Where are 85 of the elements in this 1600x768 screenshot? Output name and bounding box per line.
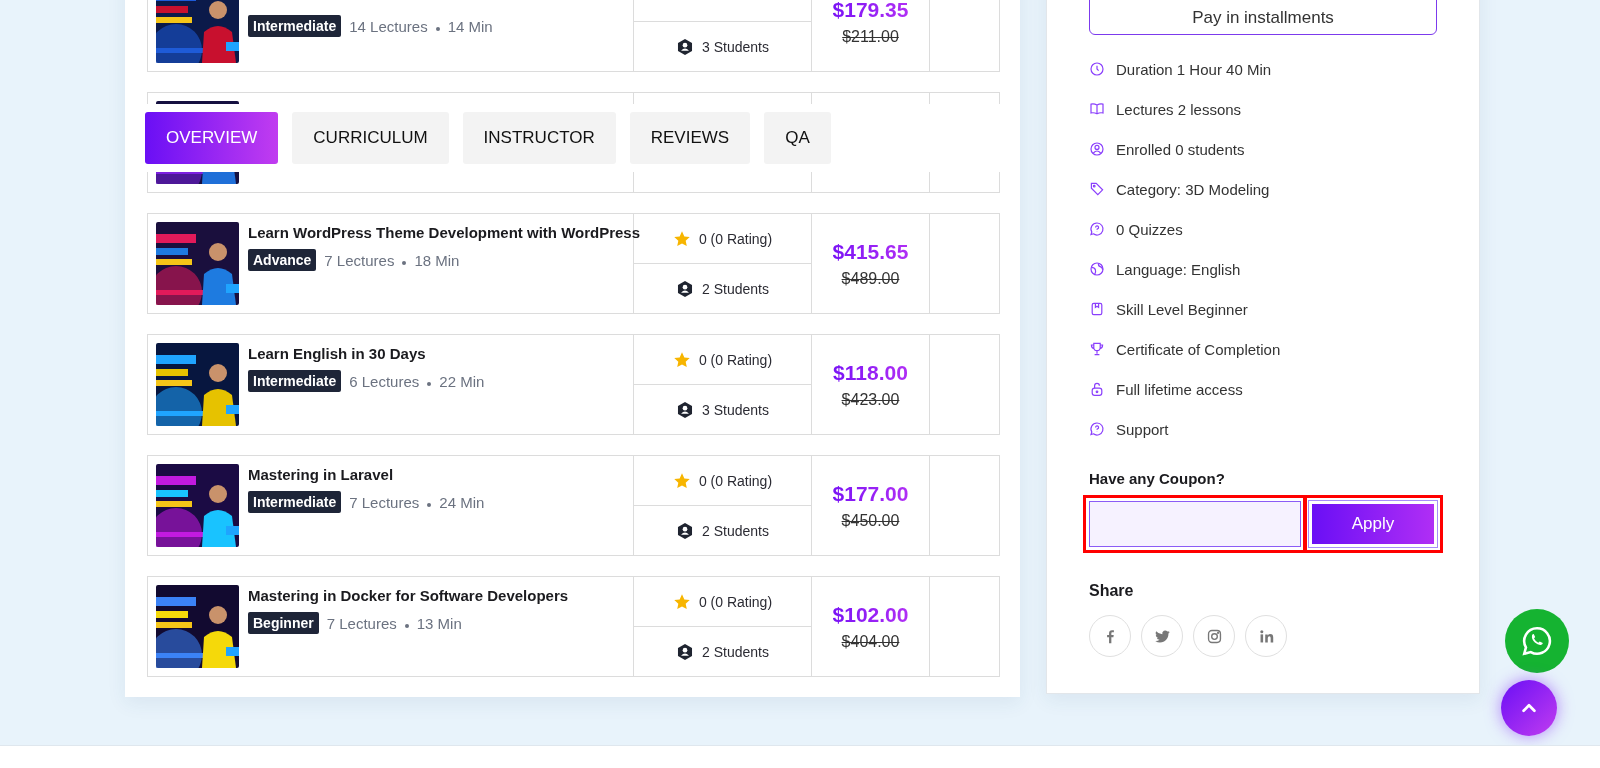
tab[interactable]: OVERVIEW bbox=[145, 112, 279, 164]
coupon-label: Have any Coupon? bbox=[1089, 469, 1226, 489]
rating-text: 0 (0 Rating) bbox=[698, 351, 773, 368]
feature-text: Skill Level Beginner bbox=[1116, 300, 1248, 318]
feature-text: Duration 1 Hour 40 Min bbox=[1116, 60, 1272, 78]
original-price: $450.00 bbox=[841, 511, 900, 530]
level-badge: Intermediate bbox=[248, 491, 342, 513]
feature-text: Certificate of Completion bbox=[1116, 340, 1281, 358]
pay-installments-button[interactable]: Pay in installments bbox=[1089, 0, 1437, 35]
tab[interactable]: QA bbox=[764, 112, 831, 164]
lecture-count: 14 Lectures bbox=[349, 17, 428, 35]
student-count: 2 Students bbox=[702, 280, 769, 297]
feature-text: 0 Quizzes bbox=[1116, 220, 1183, 238]
student-count: 3 Students bbox=[702, 38, 769, 55]
instagram-icon bbox=[1205, 627, 1223, 645]
level-badge: Advance bbox=[248, 249, 317, 271]
rating-text: 0 (0 Rating) bbox=[698, 230, 773, 247]
user-icon bbox=[1089, 141, 1105, 157]
star-icon bbox=[672, 350, 691, 369]
user-icon bbox=[676, 279, 695, 298]
trophy-icon bbox=[1089, 341, 1105, 357]
user-icon bbox=[676, 37, 695, 56]
share-button[interactable] bbox=[1089, 615, 1131, 657]
star-icon bbox=[672, 229, 691, 248]
user-icon bbox=[676, 642, 695, 661]
level-badge: Intermediate bbox=[248, 15, 342, 37]
course-title[interactable]: Learn WordPress Theme Development with WordPress bbox=[248, 224, 641, 241]
original-price: $423.00 bbox=[841, 390, 900, 409]
share-button[interactable] bbox=[1245, 615, 1287, 657]
lock-icon bbox=[1089, 381, 1105, 397]
student-count: 2 Students bbox=[702, 643, 769, 660]
bookmark-icon bbox=[1089, 301, 1105, 317]
feature-text: Full lifetime access bbox=[1116, 380, 1243, 398]
star-icon bbox=[672, 592, 691, 611]
course-duration: 18 Min bbox=[414, 251, 460, 269]
course-duration: 14 Min bbox=[447, 17, 493, 35]
share-label: Share bbox=[1089, 581, 1135, 601]
lecture-count: 7 Lectures bbox=[326, 614, 397, 632]
course-title[interactable]: Mastering in Docker for Software Developers bbox=[248, 587, 569, 604]
level-badge: Intermediate bbox=[248, 370, 342, 392]
tab[interactable]: REVIEWS bbox=[629, 112, 751, 164]
star-icon bbox=[672, 471, 691, 490]
user-icon bbox=[676, 521, 695, 540]
separator-dot bbox=[404, 624, 409, 628]
tag-icon bbox=[1089, 181, 1105, 197]
separator-dot bbox=[427, 382, 432, 386]
course-duration: 24 Min bbox=[439, 493, 485, 511]
course-price: $179.35 bbox=[832, 0, 909, 22]
separator-dot bbox=[435, 27, 440, 31]
share-button[interactable] bbox=[1141, 615, 1183, 657]
feature-text: Lectures 2 lessons bbox=[1116, 100, 1242, 118]
tab[interactable]: CURRICULUM bbox=[292, 112, 449, 164]
clock-icon bbox=[1089, 61, 1105, 77]
share-button[interactable] bbox=[1193, 615, 1235, 657]
rating-text: 0 (0 Rating) bbox=[698, 472, 773, 489]
course-duration: 22 Min bbox=[439, 372, 485, 390]
feature-text: Support bbox=[1116, 420, 1169, 438]
linkedin-icon bbox=[1257, 627, 1275, 645]
lecture-count: 7 Lectures bbox=[324, 251, 395, 269]
user-icon bbox=[676, 400, 695, 419]
book-icon bbox=[1089, 101, 1105, 117]
quiz-icon bbox=[1089, 221, 1105, 237]
student-count: 3 Students bbox=[702, 401, 769, 418]
separator-dot bbox=[427, 503, 432, 507]
original-price: $211.00 bbox=[842, 27, 899, 46]
lecture-count: 6 Lectures bbox=[349, 372, 420, 390]
original-price: $489.00 bbox=[841, 269, 900, 288]
feature-text: Enrolled 0 students bbox=[1116, 140, 1245, 158]
lecture-count: 7 Lectures bbox=[349, 493, 420, 511]
tab[interactable]: INSTRUCTOR bbox=[462, 112, 616, 164]
course-duration: 13 Min bbox=[416, 614, 462, 632]
twitter-icon bbox=[1153, 627, 1171, 645]
scroll-to-top-button[interactable] bbox=[1501, 680, 1557, 736]
original-price: $404.00 bbox=[841, 632, 900, 651]
separator-dot bbox=[402, 261, 407, 265]
student-count: 2 Students bbox=[702, 522, 769, 539]
course-title[interactable]: Learn English in 30 Days bbox=[248, 345, 485, 362]
level-badge: Beginner bbox=[248, 612, 319, 634]
feature-text: Category: 3D Modeling bbox=[1116, 180, 1270, 198]
whatsapp-icon bbox=[1520, 624, 1554, 658]
course-title[interactable]: Mastering in Laravel bbox=[248, 466, 485, 483]
rating-text: 0 (0 Rating) bbox=[698, 593, 773, 610]
quiz-icon bbox=[1089, 421, 1105, 437]
globe-icon bbox=[1089, 261, 1105, 277]
feature-text: Language: English bbox=[1116, 260, 1241, 278]
